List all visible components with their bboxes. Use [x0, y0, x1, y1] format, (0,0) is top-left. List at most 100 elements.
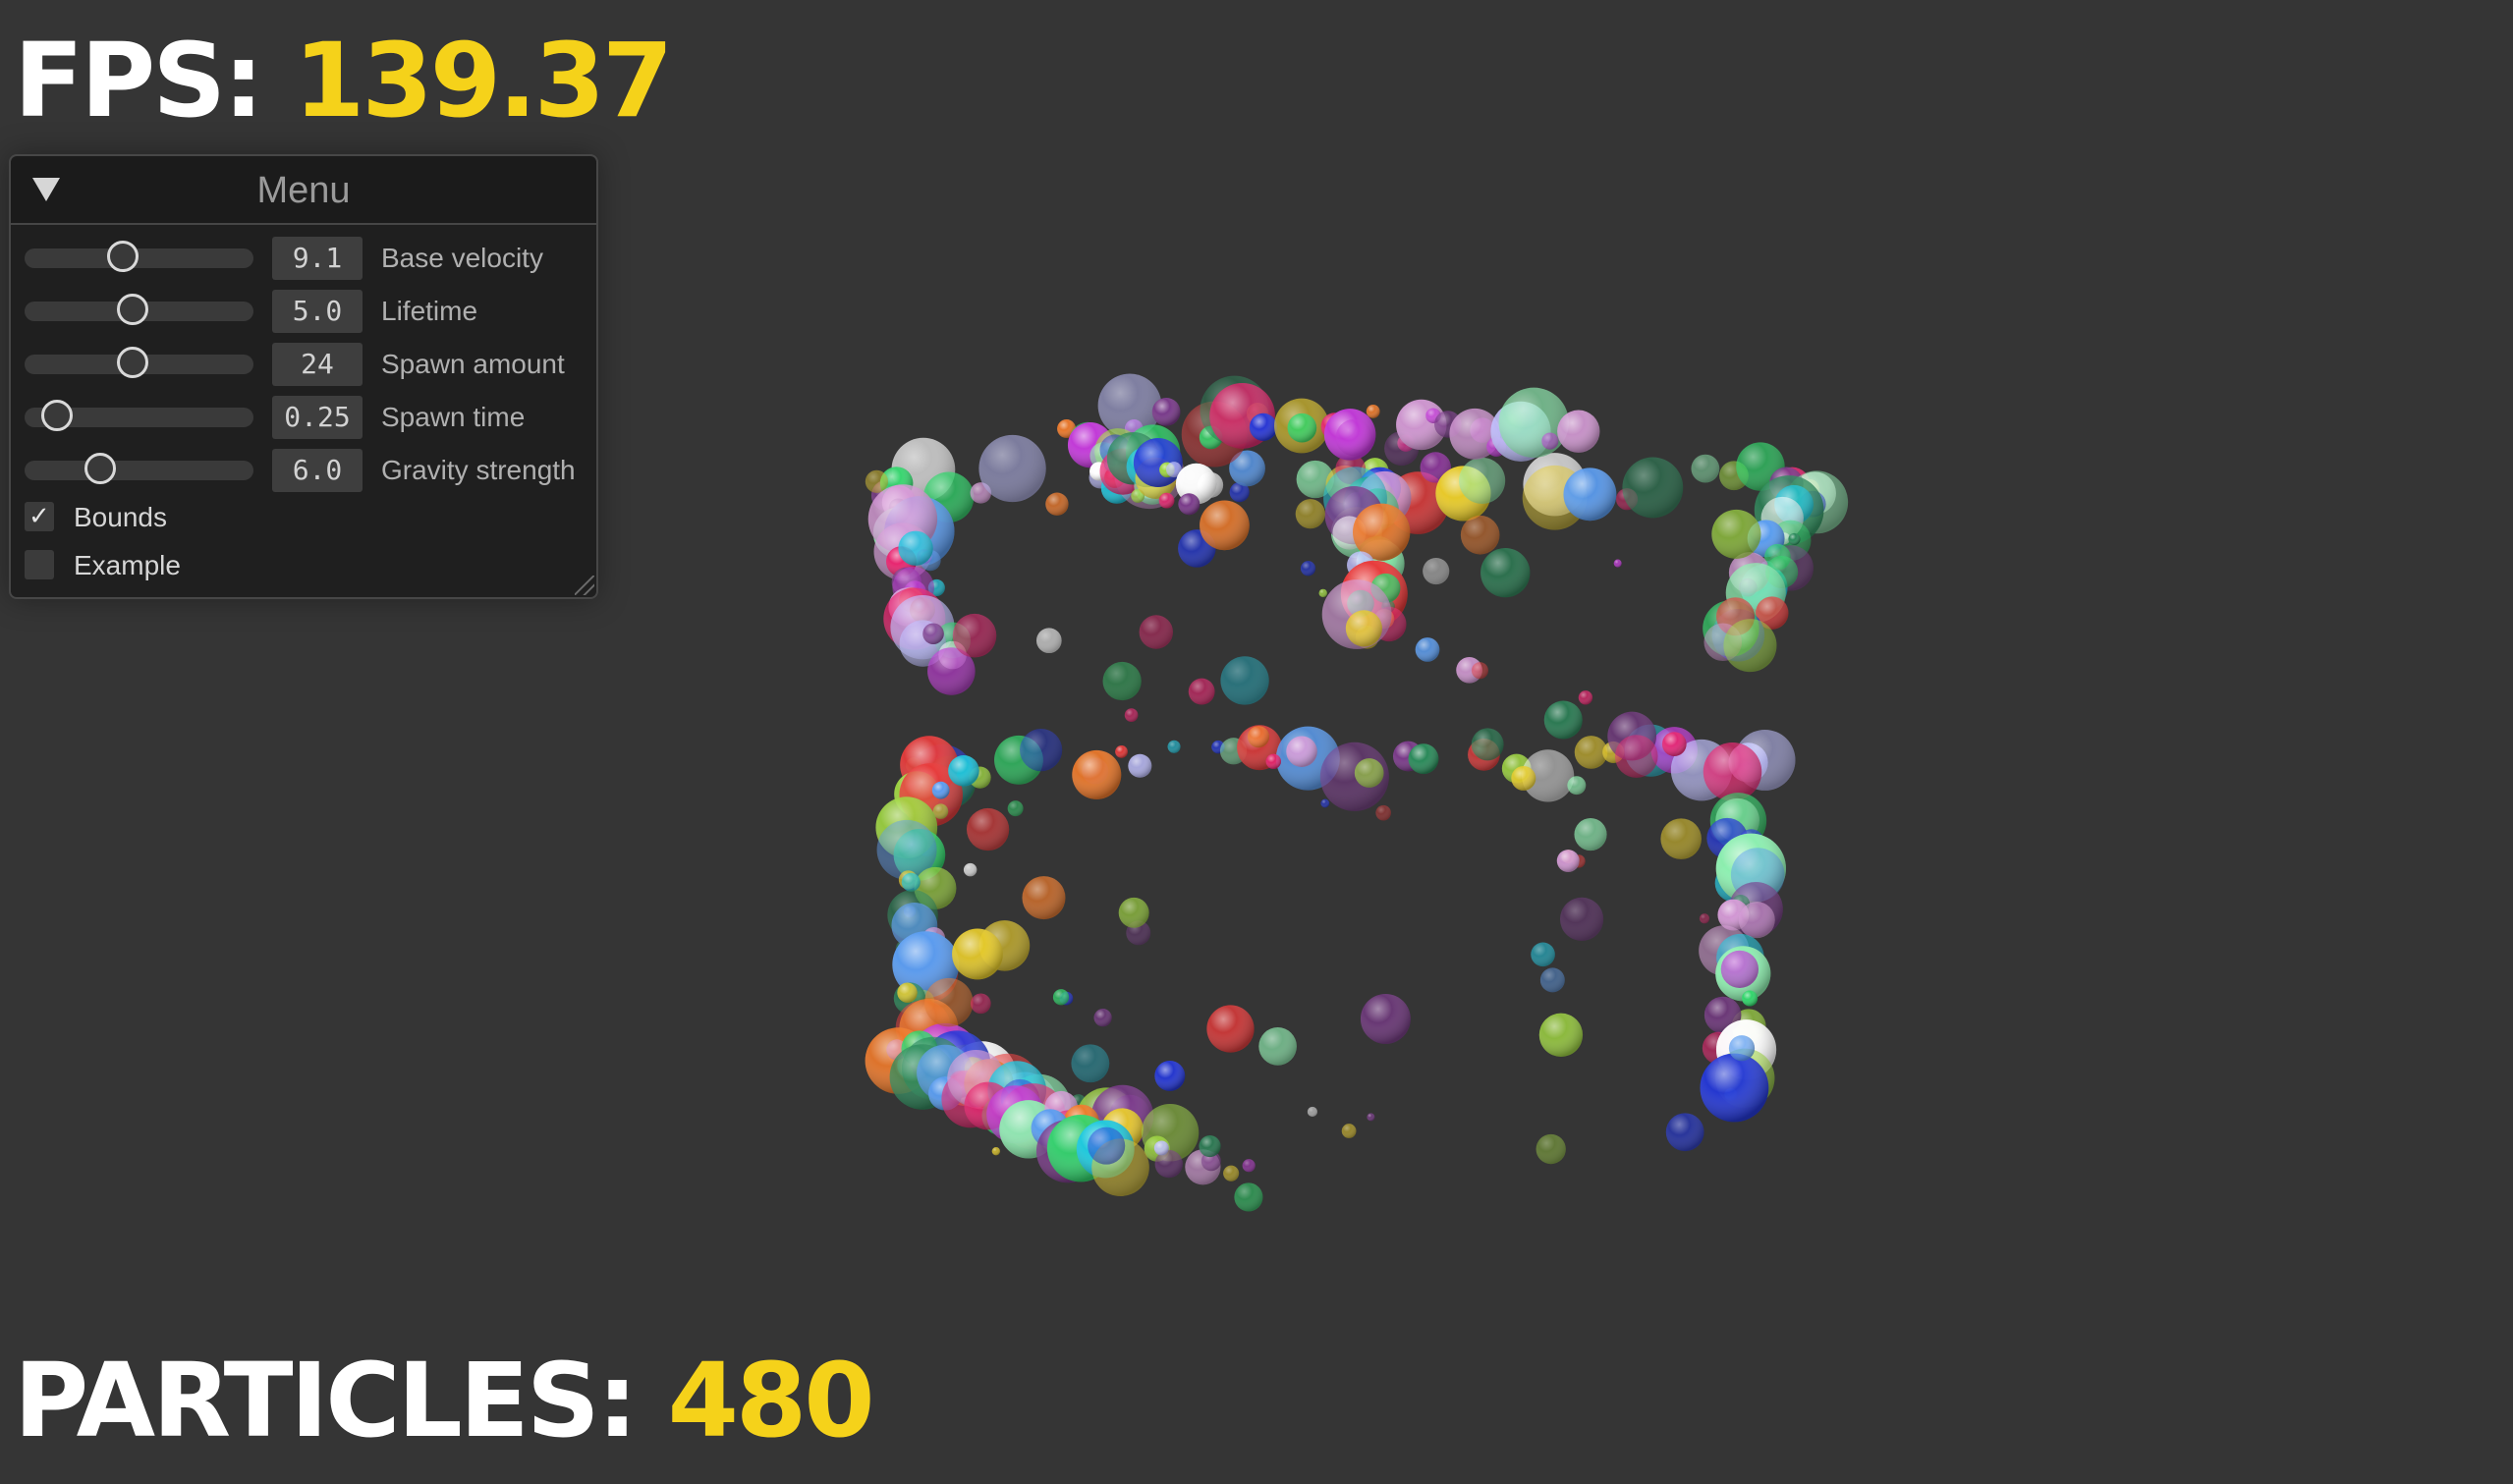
lifetime-value[interactable]: 5.0: [272, 290, 363, 333]
particle-sphere-shading: [1307, 1106, 1318, 1118]
base-velocity-slider[interactable]: [25, 241, 253, 272]
fps-label: FPS:: [14, 21, 264, 140]
particle-sphere-shading: [1345, 610, 1382, 647]
particle-sphere-shading: [1249, 412, 1278, 441]
particle-sphere-shading: [1154, 1060, 1186, 1091]
particle-sphere-shading: [1700, 1053, 1769, 1123]
particle-sphere-shading: [1367, 1113, 1375, 1122]
particle-sphere-shading: [901, 872, 921, 892]
particle-sphere-shading: [1480, 547, 1531, 598]
particle-sphere-shading: [1531, 942, 1555, 967]
particle-sphere-shading: [1728, 1035, 1756, 1062]
particle-sphere-shading: [1742, 990, 1759, 1007]
particle-sphere-shading: [1115, 744, 1128, 758]
particle-sphere-shading: [1366, 404, 1380, 418]
slider-row-spawn-time: 0.25 Spawn time: [11, 394, 596, 439]
particle-sphere-shading: [1286, 736, 1317, 767]
lifetime-label: Lifetime: [381, 296, 478, 326]
particle-sphere-shading: [1538, 1013, 1584, 1057]
particle-sphere-shading: [1375, 804, 1391, 821]
particle-sphere-shading: [1188, 678, 1215, 705]
menu-title: Menu: [256, 170, 351, 211]
slider-row-gravity-strength: 6.0 Gravity strength: [11, 447, 596, 492]
particle-sphere-shading: [952, 928, 1003, 980]
particle-sphere-shading: [1660, 818, 1702, 859]
example-checkbox[interactable]: [25, 550, 54, 579]
particle-sphere-shading: [923, 977, 974, 1027]
particle-sphere-shading: [1471, 728, 1504, 761]
slider-knob[interactable]: [116, 294, 148, 325]
particle-sphere-shading: [1557, 410, 1600, 453]
slider-row-spawn-amount: 24 Spawn amount: [11, 341, 596, 386]
lifetime-slider[interactable]: [25, 294, 253, 325]
particle-sphere-shading: [1118, 897, 1149, 928]
slider-knob[interactable]: [40, 400, 73, 431]
slider-knob[interactable]: [84, 453, 116, 484]
particle-sphere-shading: [1035, 628, 1062, 654]
particle-sphere-shading: [1423, 557, 1450, 585]
particle-sphere-shading: [948, 754, 979, 787]
spawn-amount-label: Spawn amount: [381, 349, 565, 379]
particle-sphere-shading: [1020, 729, 1063, 772]
particle-sphere-shading: [1167, 740, 1181, 753]
particle-sphere-shading: [1354, 758, 1384, 788]
particle-sphere-shading: [1007, 800, 1024, 817]
particle-sphere-shading: [931, 781, 950, 799]
particle-sphere-shading: [1247, 726, 1270, 748]
particle-sphere-shading: [1341, 1124, 1357, 1138]
particle-sphere-shading: [1265, 753, 1281, 770]
particle-sphere-shading: [966, 807, 1010, 852]
particle-sphere-shading: [1559, 897, 1604, 941]
particle-sphere-shading: [1539, 967, 1565, 993]
gravity-strength-slider[interactable]: [25, 453, 253, 484]
particle-sphere-shading: [1072, 749, 1122, 799]
particle-sphere-shading: [1093, 1009, 1112, 1027]
particle-sphere-shading: [922, 623, 944, 645]
fps-counter: FPS: 139.37: [14, 29, 673, 132]
resize-grip-icon[interactable]: [575, 576, 594, 595]
particle-sphere-shading: [963, 862, 977, 877]
particle-sphere-shading: [1408, 743, 1439, 775]
spawn-amount-slider[interactable]: [25, 347, 253, 378]
particle-sphere-shading: [970, 993, 991, 1015]
particle-sphere-shading: [952, 613, 997, 658]
spawn-amount-value[interactable]: 24: [272, 343, 363, 386]
base-velocity-value[interactable]: 9.1: [272, 237, 363, 280]
bounds-checkbox[interactable]: ✓: [25, 502, 54, 531]
particle-sphere-shading: [1543, 700, 1583, 740]
particle-sphere-shading: [1124, 708, 1139, 722]
particle-sphere-shading: [1234, 1182, 1263, 1212]
particle-sphere-shading: [1614, 735, 1658, 778]
particle-sphere-shading: [1295, 499, 1325, 529]
particle-counter: PARTICLES: 480: [14, 1349, 875, 1452]
particle-sphere-shading: [1723, 619, 1777, 673]
spawn-time-value[interactable]: 0.25: [272, 396, 363, 439]
particle-sphere-shading: [1242, 1159, 1256, 1173]
particle-sphere-shading: [1223, 1165, 1240, 1182]
particle-sphere-shading: [1613, 559, 1622, 568]
particle-sphere-shading: [1498, 387, 1569, 458]
spawn-time-slider[interactable]: [25, 400, 253, 431]
gravity-strength-label: Gravity strength: [381, 455, 576, 485]
particle-sphere-shading: [1258, 1027, 1297, 1066]
particle-sphere-shading: [1460, 515, 1500, 555]
particle-sphere-shading: [1151, 397, 1181, 426]
particle-sphere-shading: [1711, 509, 1761, 559]
particle-sphere-shading: [1220, 656, 1269, 705]
gravity-strength-value[interactable]: 6.0: [272, 449, 363, 492]
base-velocity-label: Base velocity: [381, 243, 543, 273]
particle-sphere-shading: [1661, 732, 1687, 756]
particle-sphere-shading: [1360, 993, 1411, 1044]
slider-knob[interactable]: [116, 347, 148, 378]
particle-sphere-shading: [1665, 1113, 1704, 1152]
checkmark-icon: ✓: [28, 502, 50, 531]
particle-sphere-shading: [1287, 412, 1317, 443]
particle-sphere-shading: [1200, 500, 1250, 551]
menu-panel: Menu 9.1 Base velocity 5.0 Lifetime 24 S…: [9, 154, 598, 599]
particle-sphere-shading: [1563, 467, 1617, 522]
slider-knob[interactable]: [107, 241, 140, 272]
bounds-label: Bounds: [74, 502, 167, 532]
particle-sphere-shading: [1541, 432, 1559, 450]
menu-header[interactable]: Menu: [11, 156, 596, 225]
particle-sphere-shading: [1720, 950, 1759, 989]
